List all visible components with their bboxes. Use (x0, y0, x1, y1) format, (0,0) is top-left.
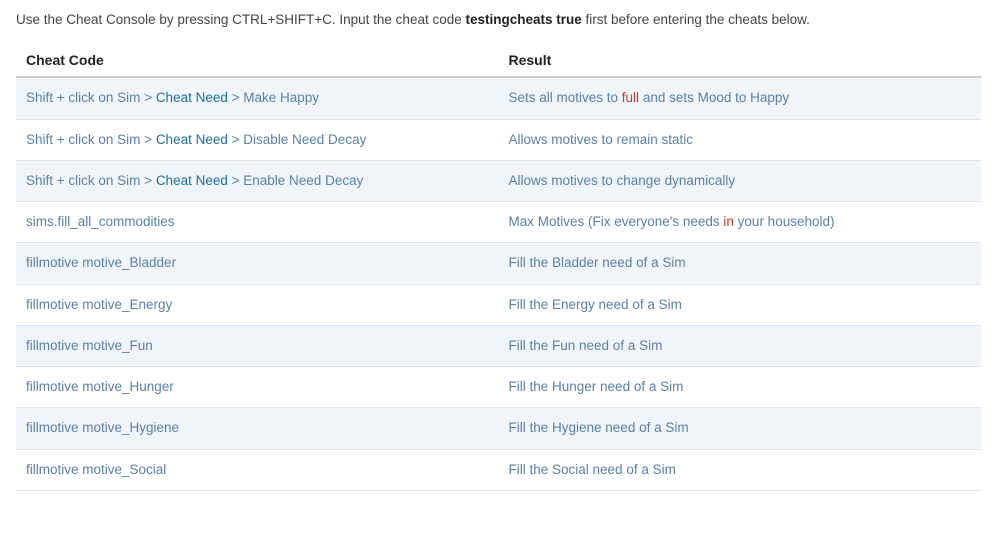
intro-text-before: Use the Cheat Console by pressing CTRL+S… (16, 12, 465, 27)
table-row: Shift + click on Sim > Cheat Need > Enab… (16, 160, 981, 201)
result-text: Max Motives (Fix everyone's needs in you… (509, 214, 835, 229)
result-cell: Sets all motives to full and sets Mood t… (499, 77, 982, 119)
code-text: sims.fill_all_commodities (26, 214, 175, 229)
cheat-code-cell: fillmotive motive_Hunger (16, 367, 499, 408)
cheat-code-cell: Shift + click on Sim > Cheat Need > Enab… (16, 160, 499, 201)
cheat-code-cell: Shift + click on Sim > Cheat Need > Make… (16, 77, 499, 119)
result-cell: Fill the Hygiene need of a Sim (499, 408, 982, 449)
result-text: Allows motives to remain static (509, 132, 694, 147)
code-text: fillmotive motive_Hunger (26, 379, 174, 394)
result-text: Allows motives to change dynamically (509, 173, 736, 188)
cheats-table: Cheat Code Result Shift + click on Sim >… (16, 44, 981, 491)
result-text: Fill the Hygiene need of a Sim (509, 420, 689, 435)
table-row: fillmotive motive_Bladder Fill the Bladd… (16, 243, 981, 284)
result-text: Fill the Hunger need of a Sim (509, 379, 684, 394)
code-text: fillmotive motive_Hygiene (26, 420, 179, 435)
result-cell: Fill the Hunger need of a Sim (499, 367, 982, 408)
result-text: Fill the Energy need of a Sim (509, 297, 682, 312)
code-text: Shift + click on Sim > Cheat Need > Disa… (26, 132, 366, 147)
cheat-code-cell: fillmotive motive_Energy (16, 284, 499, 325)
code-text: fillmotive motive_Bladder (26, 255, 176, 270)
cheat-code-cell: fillmotive motive_Fun (16, 325, 499, 366)
table-header-row: Cheat Code Result (16, 44, 981, 77)
table-row: sims.fill_all_commodities Max Motives (F… (16, 202, 981, 243)
result-text: Fill the Social need of a Sim (509, 462, 676, 477)
result-text: Fill the Bladder need of a Sim (509, 255, 686, 270)
result-cell: Fill the Fun need of a Sim (499, 325, 982, 366)
header-result: Result (499, 44, 982, 77)
code-text: Shift + click on Sim > Cheat Need > Enab… (26, 173, 363, 188)
code-text: fillmotive motive_Fun (26, 338, 153, 353)
code-text: fillmotive motive_Social (26, 462, 166, 477)
result-cell: Allows motives to remain static (499, 119, 982, 160)
result-cell: Fill the Social need of a Sim (499, 449, 982, 490)
code-text: Shift + click on Sim > Cheat Need > Make… (26, 90, 319, 105)
table-row: fillmotive motive_Hygiene Fill the Hygie… (16, 408, 981, 449)
table-row: fillmotive motive_Fun Fill the Fun need … (16, 325, 981, 366)
code-text: fillmotive motive_Energy (26, 297, 172, 312)
result-cell: Allows motives to change dynamically (499, 160, 982, 201)
table-row: Shift + click on Sim > Cheat Need > Make… (16, 77, 981, 119)
table-row: Shift + click on Sim > Cheat Need > Disa… (16, 119, 981, 160)
result-cell: Max Motives (Fix everyone's needs in you… (499, 202, 982, 243)
intro-bold: testingcheats true (465, 12, 581, 27)
result-text: Fill the Fun need of a Sim (509, 338, 663, 353)
cheat-code-cell: fillmotive motive_Social (16, 449, 499, 490)
table-row: fillmotive motive_Hunger Fill the Hunger… (16, 367, 981, 408)
cheat-code-cell: fillmotive motive_Bladder (16, 243, 499, 284)
cheat-code-cell: Shift + click on Sim > Cheat Need > Disa… (16, 119, 499, 160)
result-text: Sets all motives to full and sets Mood t… (509, 90, 790, 105)
header-cheat-code: Cheat Code (16, 44, 499, 77)
cheat-code-cell: fillmotive motive_Hygiene (16, 408, 499, 449)
table-row: fillmotive motive_Social Fill the Social… (16, 449, 981, 490)
intro-paragraph: Use the Cheat Console by pressing CTRL+S… (16, 10, 981, 30)
table-row: fillmotive motive_Energy Fill the Energy… (16, 284, 981, 325)
result-cell: Fill the Bladder need of a Sim (499, 243, 982, 284)
result-cell: Fill the Energy need of a Sim (499, 284, 982, 325)
intro-text-after: first before entering the cheats below. (582, 12, 810, 27)
cheat-code-cell: sims.fill_all_commodities (16, 202, 499, 243)
